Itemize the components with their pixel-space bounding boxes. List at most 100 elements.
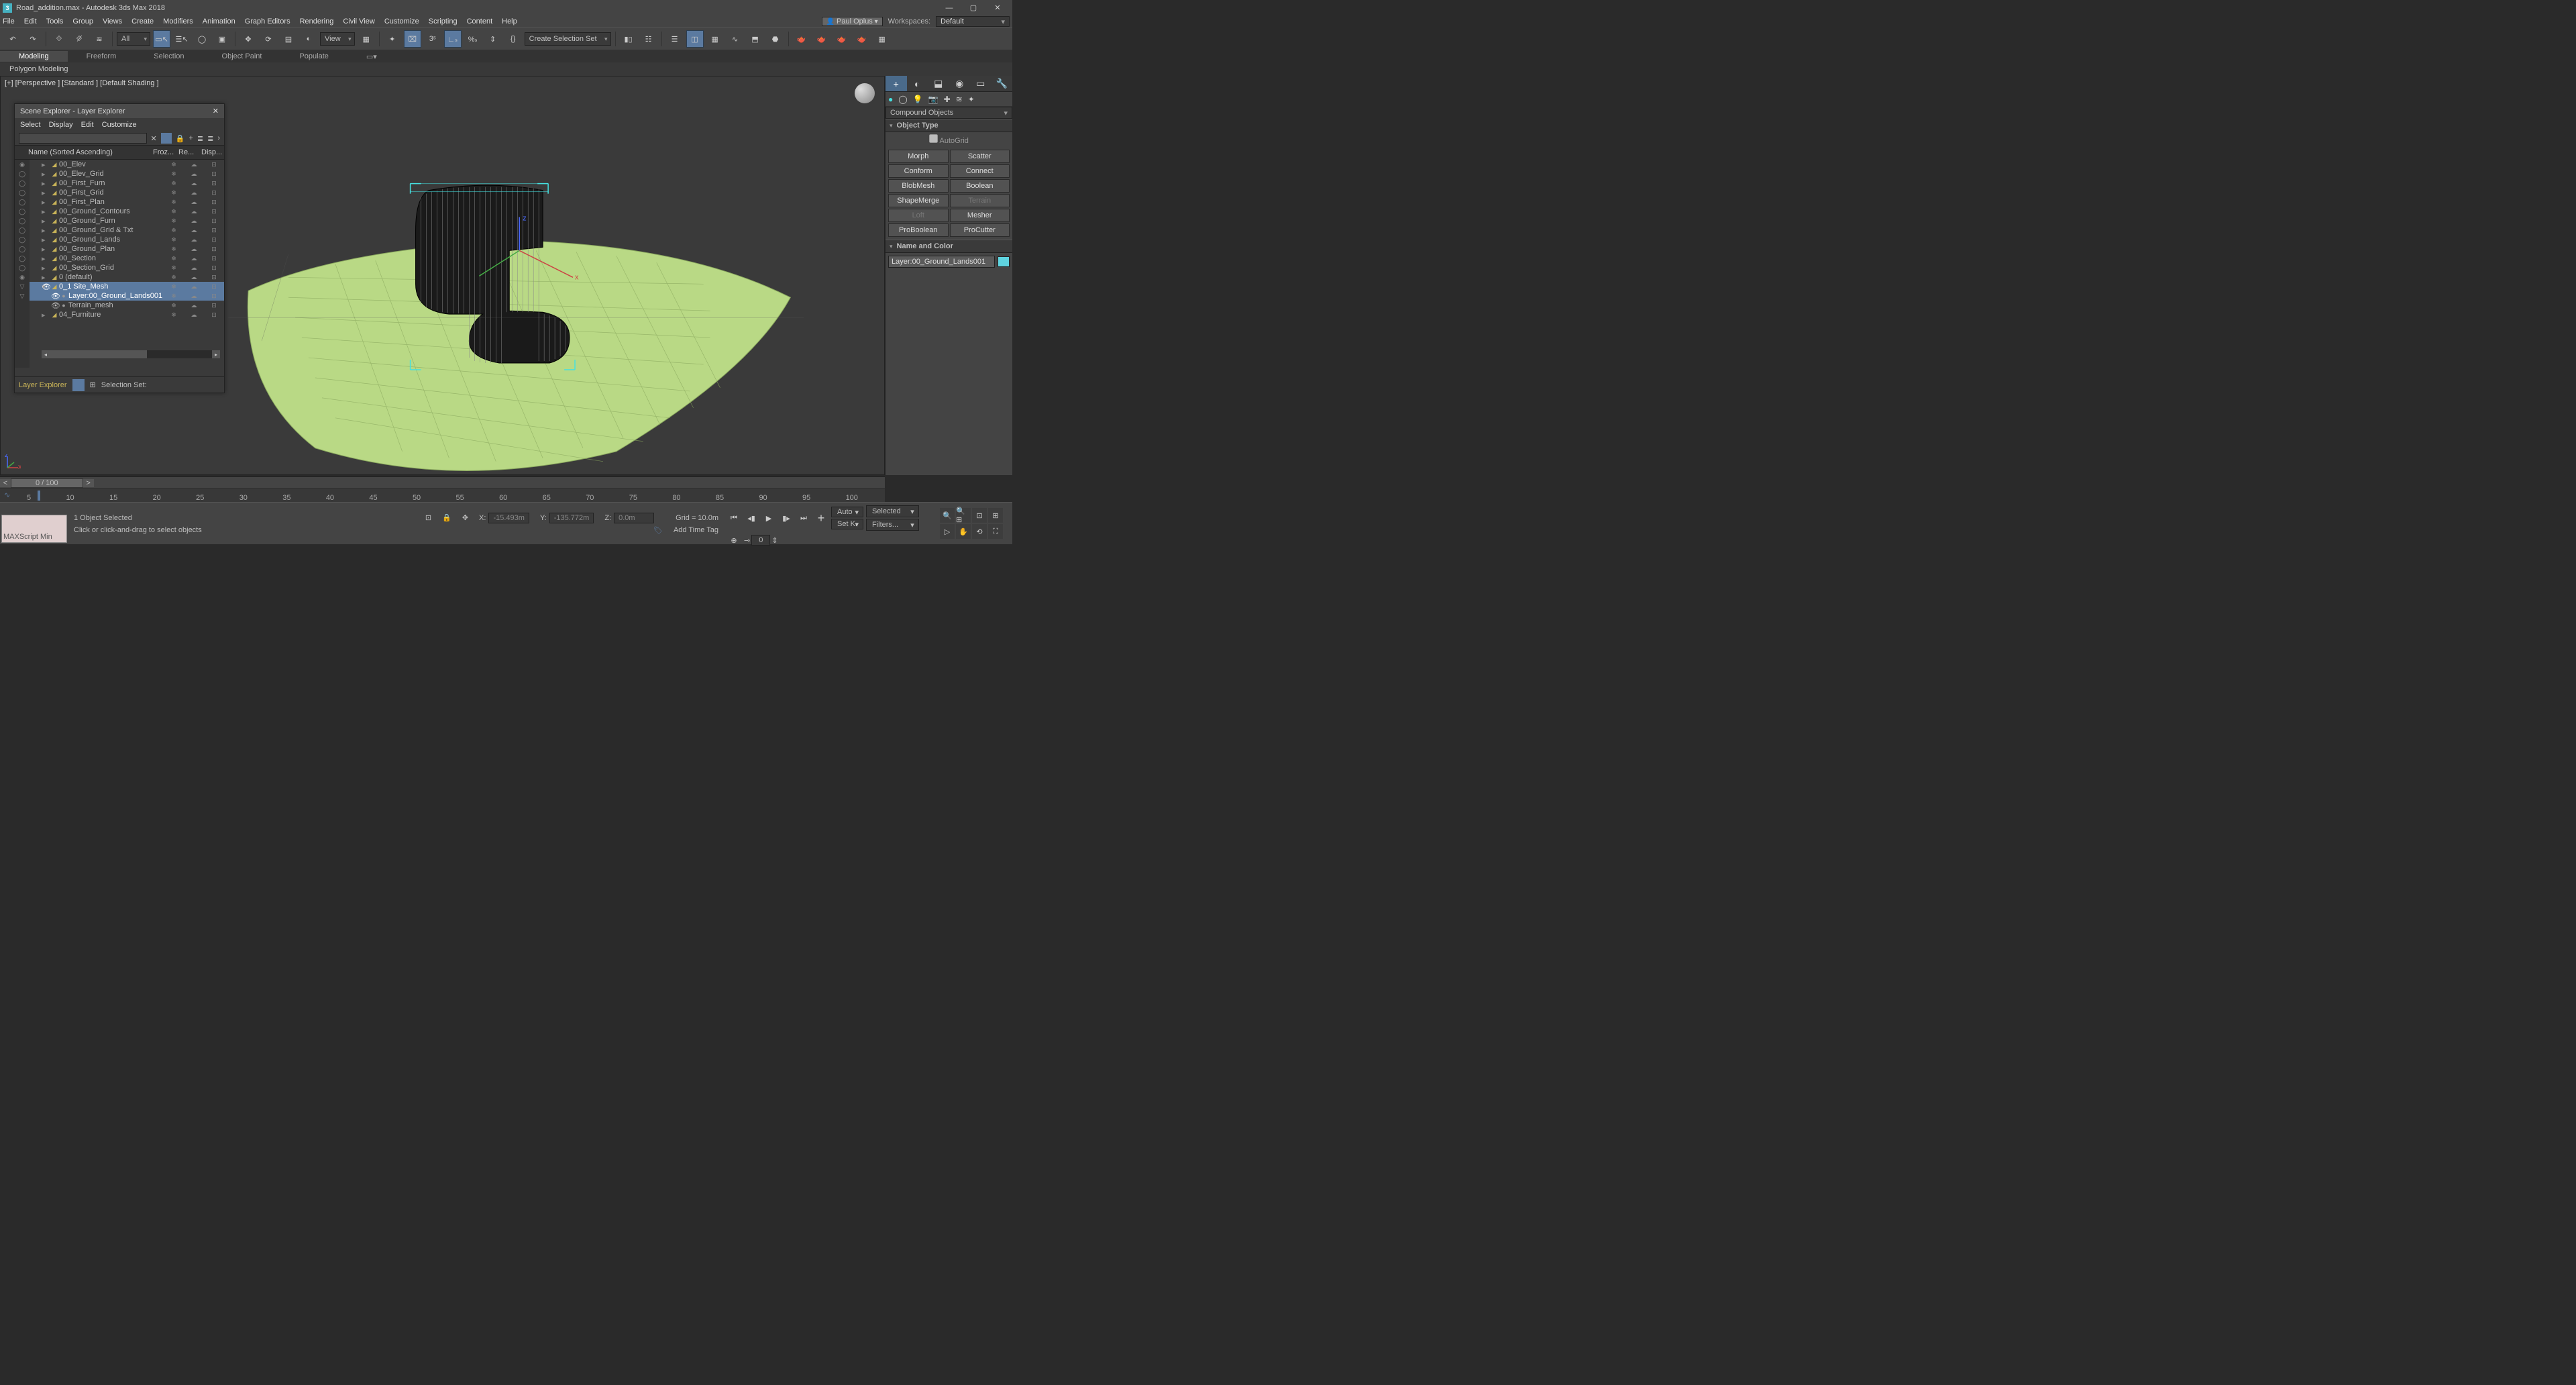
signin-button[interactable]: 👤 Paul Oplus ▾ — [822, 17, 883, 26]
auto-key-button[interactable]: Auto — [831, 507, 863, 517]
minimize-button[interactable]: — — [937, 1, 961, 15]
se-mode-icon[interactable] — [72, 379, 85, 391]
coord-y-field[interactable]: -135.772m — [549, 513, 594, 523]
toggle-ribbon-button[interactable]: ▦ — [706, 30, 724, 48]
se-filt-space-icon[interactable]: ◯ — [17, 216, 28, 225]
create-blobmesh-button[interactable]: BlobMesh — [888, 179, 949, 193]
viewport-perspective[interactable]: [+] [Perspective ] [Standard ] [Default … — [0, 76, 885, 475]
create-lights-icon[interactable]: 💡 — [913, 95, 923, 104]
edit-named-selection-button[interactable]: {} — [504, 30, 522, 48]
current-frame-field[interactable]: 0 — [751, 535, 770, 546]
ribbon-tab-modeling[interactable]: Modeling — [0, 51, 68, 62]
menu-views[interactable]: Views — [103, 17, 122, 25]
se-filt-bone-icon[interactable]: ◯ — [17, 244, 28, 254]
create-loft-button[interactable]: Loft — [888, 209, 949, 222]
scale-button[interactable]: ▤ — [280, 30, 297, 48]
menu-file[interactable]: File — [3, 17, 15, 25]
angle-snap-button[interactable]: ∟ₛ — [444, 30, 462, 48]
close-button[interactable]: ✕ — [985, 1, 1010, 15]
se-addlayer-icon[interactable]: + — [189, 134, 193, 142]
rollout-object-type[interactable]: Object Type — [885, 119, 1012, 132]
create-systems-icon[interactable]: ✦ — [968, 95, 975, 104]
track-bar[interactable]: ∿ 51015202530354045505560657075808590951… — [0, 489, 885, 502]
zoom-button[interactable]: 🔍 — [940, 508, 955, 523]
time-config-button[interactable]: ⊕ — [727, 533, 741, 547]
cmd-tab-modify[interactable]: ◐ — [907, 76, 928, 91]
snap-toggle-button[interactable]: 3ˢ — [424, 30, 441, 48]
se-row[interactable]: ▸◢00_First_Grid❄☁⊡ — [30, 188, 224, 197]
se-more-icon[interactable]: ≣ — [207, 134, 213, 143]
undo-button[interactable]: ↶ — [4, 30, 21, 48]
render-production-button[interactable]: 🫖 — [833, 30, 851, 48]
schematic-view-button[interactable]: ⬒ — [747, 30, 764, 48]
time-slider-knob[interactable]: 0 / 100 — [11, 478, 83, 488]
create-proboolean-button[interactable]: ProBoolean — [888, 223, 949, 237]
se-menu-select[interactable]: Select — [20, 121, 41, 129]
ribbon-tab-freeform[interactable]: Freeform — [68, 51, 136, 62]
se-col-render[interactable]: Re... — [176, 147, 199, 158]
isolate-icon[interactable]: ⊡ — [425, 513, 431, 522]
curve-editor-button[interactable]: ∿ — [727, 30, 744, 48]
menu-tools[interactable]: Tools — [46, 17, 64, 25]
se-scroll-left-icon[interactable]: ◂ — [42, 350, 50, 358]
se-scroll-thumb[interactable] — [50, 350, 147, 358]
material-editor-button[interactable]: ⬣ — [767, 30, 784, 48]
menu-create[interactable]: Create — [131, 17, 154, 25]
next-frame-button[interactable]: ▮▸ — [779, 511, 794, 525]
ribbon-tab-populate[interactable]: Populate — [280, 51, 347, 62]
toggle-layer-explorer-button[interactable]: ◫ — [686, 30, 704, 48]
maximize-button[interactable]: ▢ — [961, 1, 985, 15]
time-tag-icon[interactable]: 🏷 — [653, 526, 663, 535]
se-row[interactable]: ▸◢00_Section_Grid❄☁⊡ — [30, 263, 224, 272]
goto-start-button[interactable]: ⏮ — [727, 511, 741, 525]
object-color-swatch[interactable] — [998, 256, 1010, 267]
maxscript-mini-listener[interactable]: MAXScript Min — [1, 515, 67, 543]
set-key-big-button[interactable]: + — [814, 511, 828, 525]
se-lock-icon[interactable]: 🔒 — [176, 134, 185, 143]
ribbon-panel-label[interactable]: Polygon Modeling — [9, 65, 68, 73]
fov-button[interactable]: ▷ — [940, 524, 955, 539]
se-selset-icon[interactable]: ⊞ — [90, 380, 96, 389]
time-prev-button[interactable]: < — [0, 479, 11, 487]
selection-region-button[interactable]: ◯ — [193, 30, 211, 48]
create-procutter-button[interactable]: ProCutter — [950, 223, 1010, 237]
se-row[interactable]: ▸◢00_Ground_Furn❄☁⊡ — [30, 216, 224, 225]
se-hscrollbar[interactable]: ◂ ▸ — [42, 350, 220, 358]
rendered-frame-button[interactable]: 🫖 — [813, 30, 830, 48]
use-pivot-center-button[interactable]: ▦ — [358, 30, 375, 48]
se-filt-xref-icon[interactable]: ◯ — [17, 235, 28, 244]
se-filt-shapes-icon[interactable]: ◯ — [17, 178, 28, 188]
menu-edit[interactable]: Edit — [24, 17, 37, 25]
cmd-tab-hierarchy[interactable]: ⬓ — [928, 76, 949, 91]
create-cameras-icon[interactable]: 📷 — [928, 95, 938, 104]
se-filt-inv-icon[interactable]: ▽ — [17, 291, 28, 301]
menu-content[interactable]: Content — [467, 17, 493, 25]
se-col-name[interactable]: Name (Sorted Ascending) — [25, 147, 150, 158]
coord-z-field[interactable]: 0.0m — [614, 513, 654, 523]
goto-end-button[interactable]: ⏭ — [796, 511, 811, 525]
se-row[interactable]: ▸◢00_Ground_Grid & Txt❄☁⊡ — [30, 225, 224, 235]
prev-frame-button[interactable]: ◂▮ — [744, 511, 759, 525]
se-filt-lights-icon[interactable]: ◯ — [17, 188, 28, 197]
se-filt-help-icon[interactable]: ◯ — [17, 207, 28, 216]
create-connect-button[interactable]: Connect — [950, 164, 1010, 178]
create-helpers-icon[interactable]: ✚ — [944, 95, 951, 104]
ribbon-tab-objectpaint[interactable]: Object Paint — [203, 51, 281, 62]
se-filt-all-icon[interactable]: ◉ — [17, 160, 28, 169]
create-boolean-button[interactable]: Boolean — [950, 179, 1010, 193]
se-row[interactable]: ▸◢00_First_Plan❄☁⊡ — [30, 197, 224, 207]
keyboard-shortcut-override-button[interactable]: ⌧ — [404, 30, 421, 48]
create-scatter-button[interactable]: Scatter — [950, 150, 1010, 163]
se-clear-search-icon[interactable]: ✕ — [151, 134, 157, 143]
toggle-scene-explorer-button[interactable]: ☰ — [666, 30, 684, 48]
cmd-tab-motion[interactable]: ◉ — [949, 76, 971, 91]
ribbon-collapse-button[interactable]: ▭▾ — [347, 51, 396, 62]
menu-scripting[interactable]: Scripting — [429, 17, 458, 25]
pan-button[interactable]: ✋ — [956, 524, 971, 539]
keymode-icon[interactable]: ⊸ — [744, 536, 750, 545]
select-object-button[interactable]: ▭↖ — [153, 30, 170, 48]
se-row[interactable]: ▸◢00_Ground_Lands❄☁⊡ — [30, 235, 224, 244]
menu-customize[interactable]: Customize — [384, 17, 419, 25]
orbit-button[interactable]: ⟲ — [972, 524, 987, 539]
menu-civilview[interactable]: Civil View — [343, 17, 374, 25]
